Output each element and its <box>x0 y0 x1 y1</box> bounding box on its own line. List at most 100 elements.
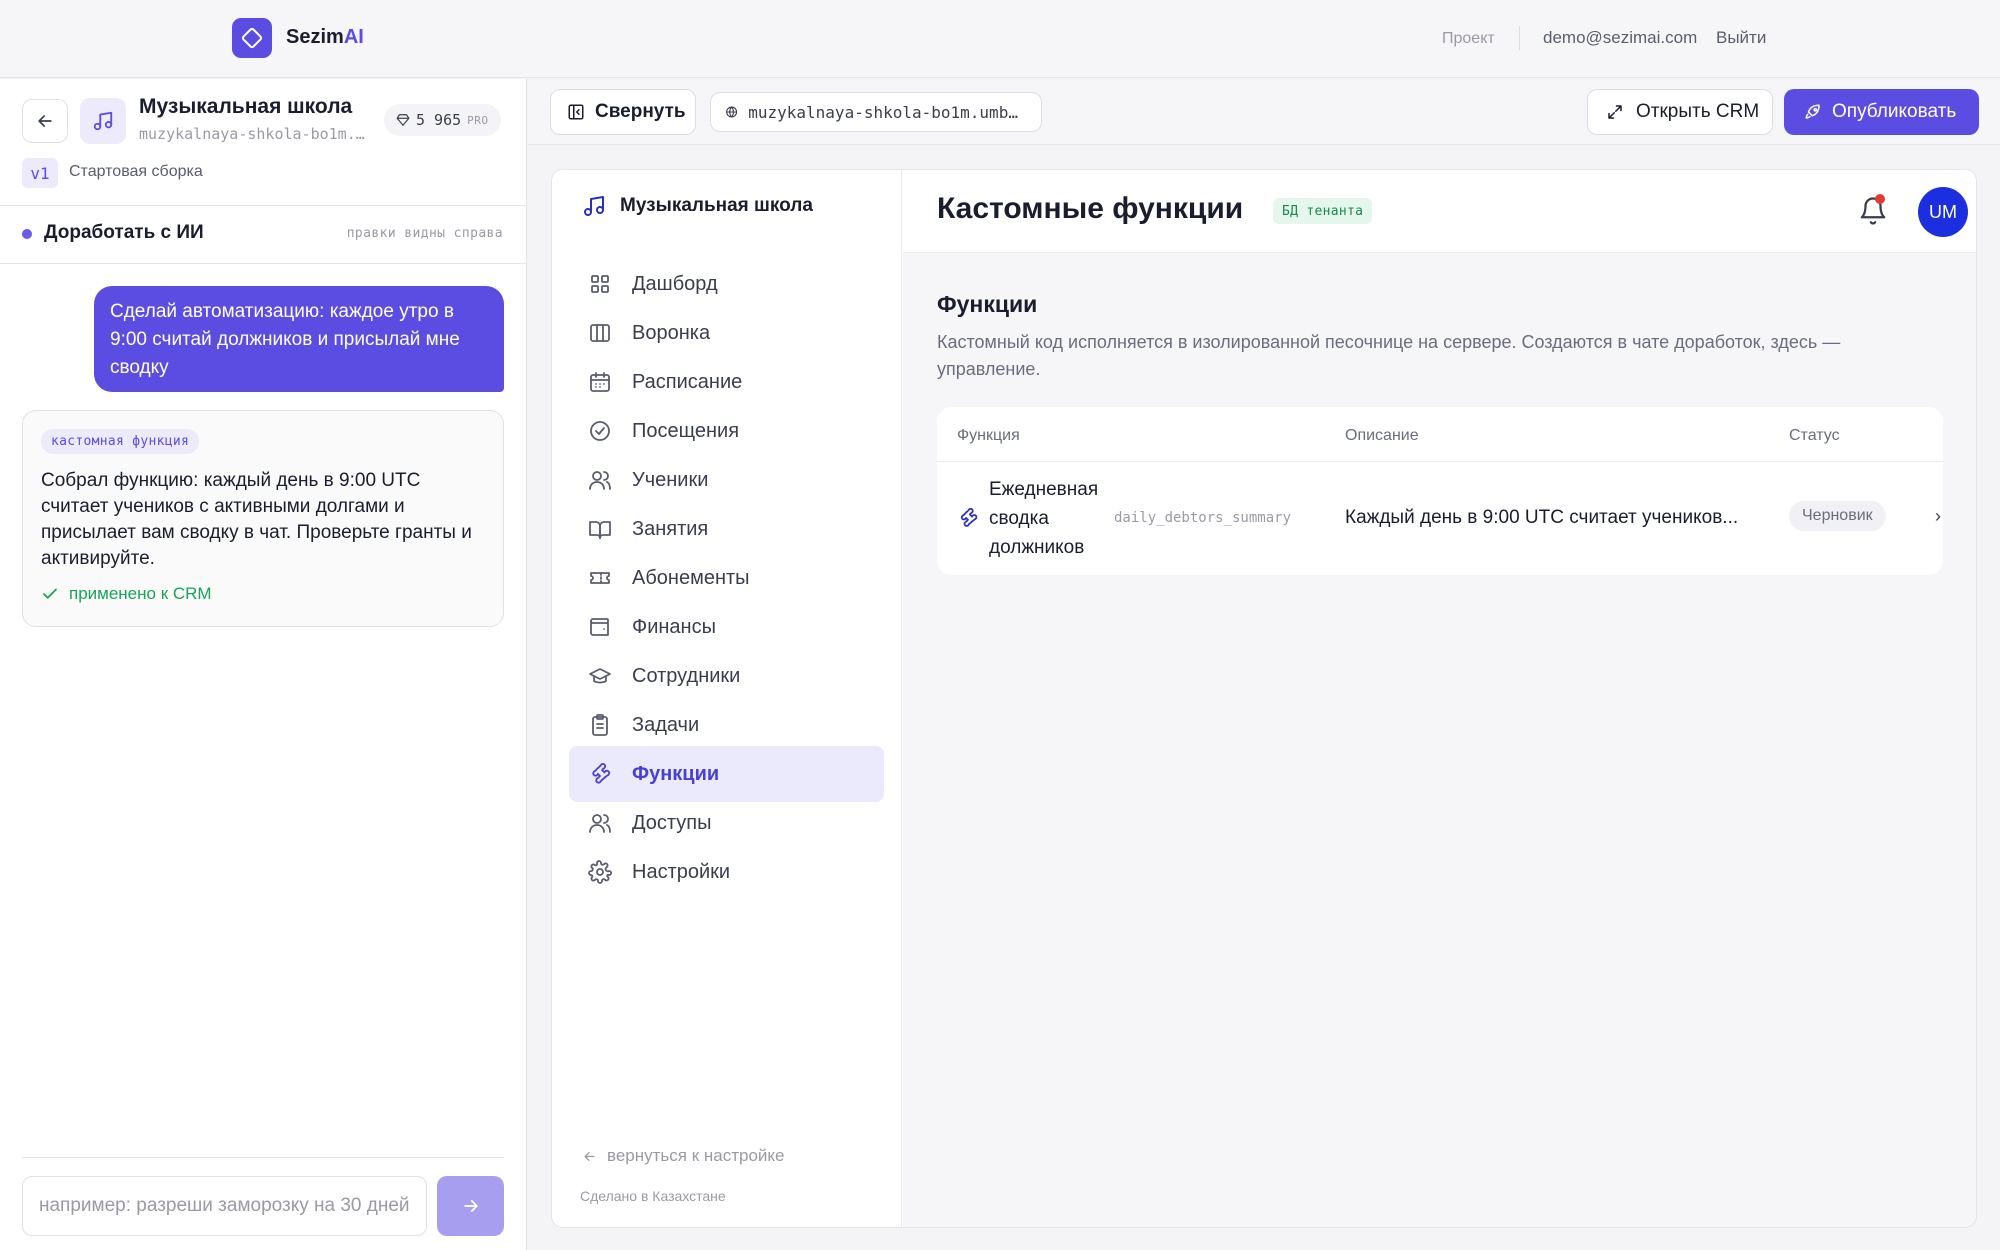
sidebar-item-label: Занятия <box>632 517 709 540</box>
ticket-icon <box>590 572 610 584</box>
back-button[interactable] <box>22 99 68 143</box>
function-code: daily_debtors_summary <box>1114 510 1292 526</box>
sidebar-item-label: Доступы <box>632 811 712 834</box>
sidebar-item-10[interactable]: Функции <box>569 746 884 802</box>
preview-toolbar: Свернуть muzykalnaya-shkola-bo1m.umbrell… <box>528 79 2000 145</box>
expand-icon <box>1608 105 1622 119</box>
avatar[interactable]: UM <box>1918 187 1968 237</box>
open-crm-label: Открыть CRM <box>1636 101 1760 122</box>
arrow-left-icon <box>584 1151 595 1161</box>
applied-label: применено к CRM <box>69 584 212 603</box>
user-email: demo@sezimai.com <box>1543 28 1698 47</box>
sidebar-item-12[interactable]: Настройки <box>569 844 884 900</box>
sidebar-item-label: Настройки <box>632 860 731 883</box>
check-icon <box>43 588 57 599</box>
divider <box>0 263 527 264</box>
arrow-left-icon <box>38 115 52 127</box>
back-to-setup-link[interactable]: вернуться к настройке <box>582 1146 785 1166</box>
made-in-label: Сделано в Казахстане <box>580 1188 726 1204</box>
sidebar-item-8[interactable]: Сотрудники <box>569 648 884 704</box>
user-message: Сделай автоматизацию: каждое утро в 9:00… <box>94 286 504 392</box>
version-label: Стартовая сборка <box>69 163 203 180</box>
sidebar-item-label: Дашборд <box>632 272 718 295</box>
column-header-description: Описание <box>1345 427 1419 444</box>
sidebar-item-label: Воронка <box>632 321 711 344</box>
puzzle-icon <box>960 507 978 527</box>
project-name: Музыкальная школа <box>139 95 353 118</box>
sidebar-item-9[interactable]: Задачи <box>569 697 884 753</box>
refine-hint: правки видны справа <box>346 226 503 241</box>
crm-brand[interactable]: Музыкальная школа <box>582 194 813 218</box>
url-text: muzykalnaya-shkola-bo1m.umbrella.kz <box>748 102 1027 122</box>
gem-icon <box>396 114 410 126</box>
grid-icon <box>591 275 609 293</box>
top-bar: SezimAI Проект demo@sezimai.com Выйти <box>0 0 2000 78</box>
send-button[interactable] <box>437 1176 504 1236</box>
publish-label: Опубликовать <box>1832 101 1957 122</box>
ai-message: Собрал функцию: каждый день в 9:00 UTC с… <box>41 470 472 569</box>
publish-button[interactable]: Опубликовать <box>1784 89 1979 135</box>
collapse-label: Свернуть <box>595 101 686 122</box>
open-crm-button[interactable]: Открыть CRM <box>1587 89 1773 135</box>
collapse-button[interactable]: Свернуть <box>550 89 696 135</box>
project-link[interactable]: Проект <box>1442 30 1495 48</box>
divider <box>22 1157 504 1158</box>
music-note-icon <box>80 98 126 144</box>
status-dot <box>22 229 32 239</box>
sidebar-item-3[interactable]: Посещения <box>569 403 884 459</box>
music-note-icon <box>584 196 604 216</box>
column-header-status: Статус <box>1789 427 1840 444</box>
logo-icon[interactable] <box>232 18 272 58</box>
chat-panel: Музыкальная школа muzykalnaya-shkola-bo1… <box>0 79 527 1250</box>
applied-status: применено к CRM <box>41 584 485 604</box>
arrow-right-icon <box>463 1200 478 1212</box>
wallet-icon <box>590 618 609 636</box>
sidebar-item-label: Расписание <box>632 370 743 393</box>
sidebar-item-2[interactable]: Расписание <box>569 354 884 410</box>
function-tag: кастомная функция <box>41 429 200 454</box>
notification-dot <box>1875 194 1885 204</box>
sidebar-item-1[interactable]: Воронка <box>569 305 884 361</box>
page-title: Кастомные функции <box>937 192 1244 225</box>
rocket-icon <box>1805 104 1820 119</box>
crm-brand-label: Музыкальная школа <box>620 195 813 216</box>
credits-badge: 5 965 PRO <box>384 104 501 136</box>
sidebar-item-label: Сотрудники <box>632 664 741 687</box>
sidebar-item-label: Задачи <box>632 713 700 736</box>
project-slug: muzykalnaya-shkola-bo1m.umbrella.kz <box>139 125 371 143</box>
check-circle-icon <box>590 421 610 441</box>
sidebar-item-label: Финансы <box>632 615 716 638</box>
section-title: Функции <box>937 291 1038 317</box>
chevron-right-icon[interactable]: › <box>1935 506 1941 527</box>
credits-value: 5 965 <box>416 111 462 129</box>
sidebar-item-5[interactable]: Занятия <box>569 501 884 557</box>
graduation-cap-icon <box>589 668 611 684</box>
sidebar-item-0[interactable]: Дашборд <box>569 256 884 312</box>
sidebar-item-7[interactable]: Финансы <box>569 599 884 655</box>
db-badge: БД тенанта <box>1273 198 1373 224</box>
sidebar-item-label: Функции <box>632 762 720 785</box>
url-chip[interactable]: muzykalnaya-shkola-bo1m.umbrella.kz <box>710 92 1042 132</box>
crm-header: Кастомные функции БД тенанта UM <box>903 170 1976 253</box>
divider <box>0 205 527 206</box>
sidebar-item-11[interactable]: Доступы <box>569 795 884 851</box>
clipboard-icon <box>592 714 608 736</box>
crm-preview: Музыкальная школа Дашборд Воронка Расписан… <box>551 169 1977 1228</box>
section-description: Кастомный код исполняется в изолированно… <box>937 332 1841 379</box>
brand-accent: AI <box>343 26 364 48</box>
brand-name[interactable]: SezimAI <box>286 26 364 49</box>
brand-main: Sezim <box>286 26 344 48</box>
panel-collapse-icon <box>568 104 584 120</box>
version-badge: v1 <box>22 158 58 188</box>
sidebar-item-label: Посещения <box>632 419 740 442</box>
sidebar-item-6[interactable]: Абонементы <box>569 550 884 606</box>
calendar-icon <box>590 372 610 392</box>
credits-plan: PRO <box>467 113 489 127</box>
book-icon <box>589 521 611 539</box>
sidebar-item-4[interactable]: Ученики <box>569 452 884 508</box>
logout-link[interactable]: Выйти <box>1716 28 1766 48</box>
chat-input[interactable]: например: разреши заморозку на 30 дней <box>22 1176 427 1236</box>
divider <box>1519 26 1520 50</box>
status-badge: Черновик <box>1789 501 1886 531</box>
crm-sidebar: Музыкальная школа Дашборд Воронка Расписан… <box>552 170 902 1227</box>
